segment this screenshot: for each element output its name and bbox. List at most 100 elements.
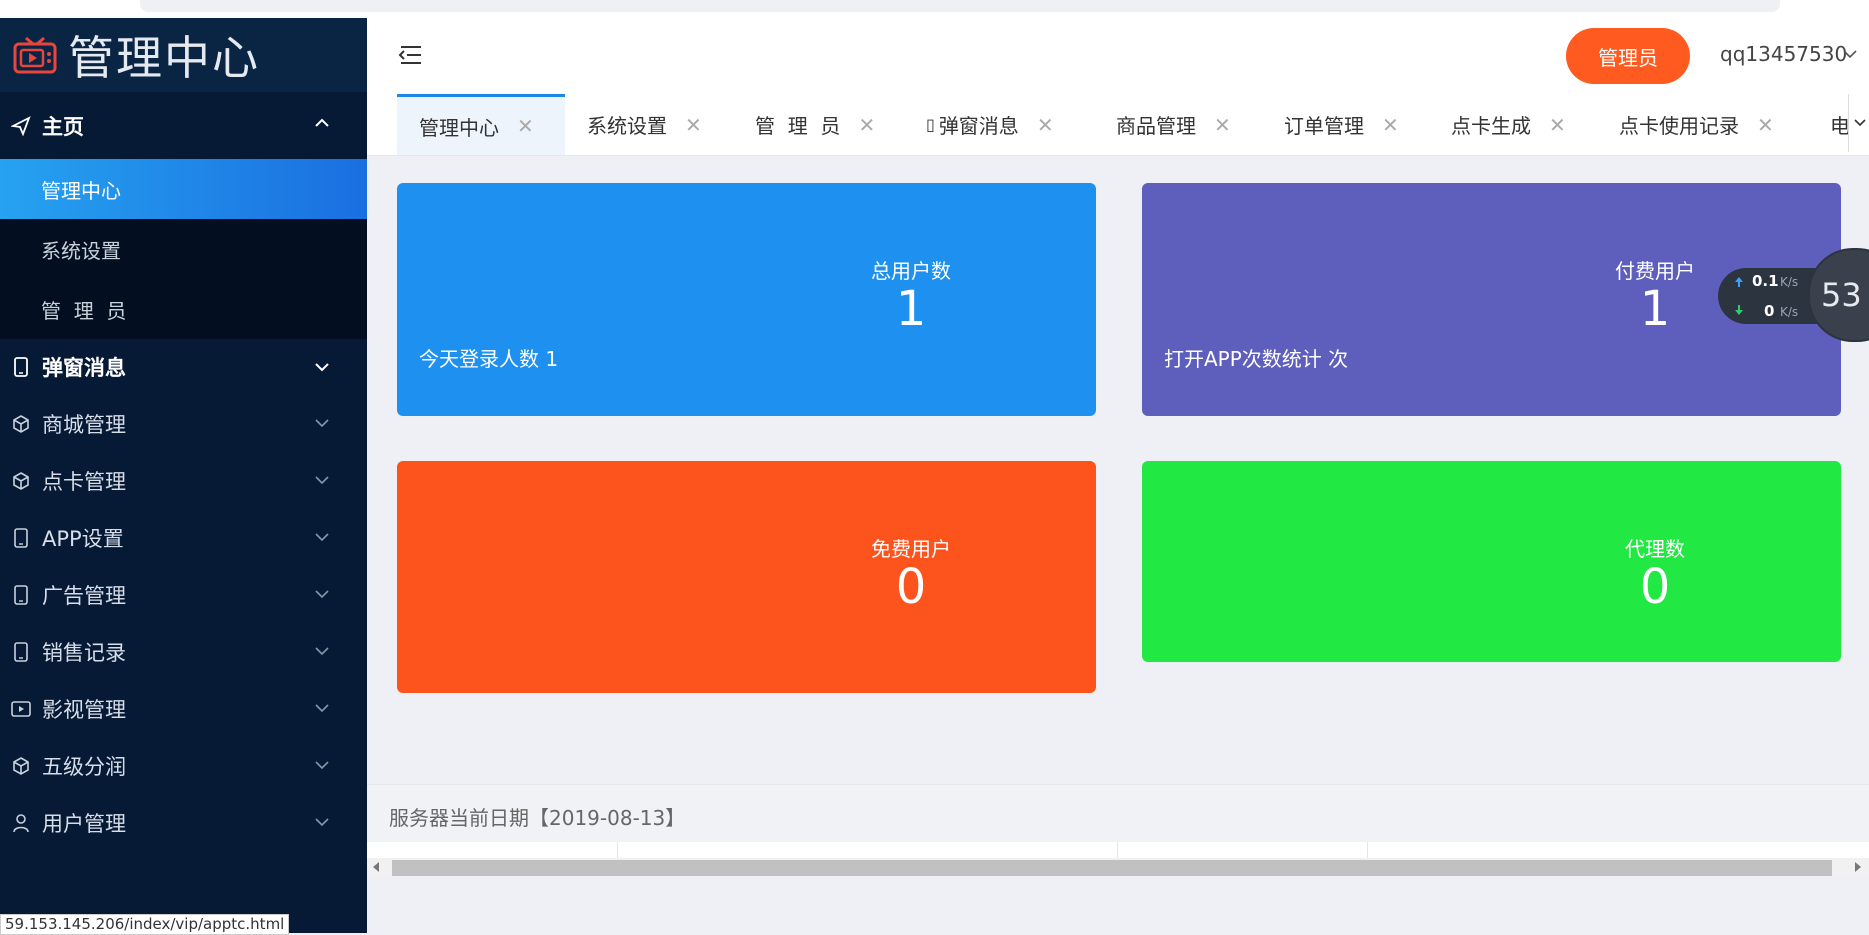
tab-label: 系统设置 — [587, 114, 667, 138]
horizontal-scrollbar[interactable] — [367, 858, 1869, 878]
sidebar: 管理中心 主页 管理中心 系统设置 管 理 员 弹窗消息 商城管理 点卡管理 A — [0, 18, 367, 933]
cpu-percent: 53 — [1821, 276, 1862, 314]
mobile-icon — [10, 584, 32, 606]
logo[interactable]: 管理中心 — [0, 18, 367, 92]
subitem-label: 管理中心 — [41, 178, 121, 203]
logo-text: 管理中心 — [68, 31, 260, 85]
sidebar-item-video-manage[interactable]: 影视管理 — [0, 680, 367, 737]
chevron-down-icon — [315, 704, 329, 713]
download-speed: 0 — [1764, 302, 1775, 320]
tab-truncated[interactable]: 电 — [1830, 94, 1850, 155]
scrollbar-thumb[interactable] — [392, 860, 1832, 876]
upload-arrow-icon — [1735, 277, 1743, 287]
footer: 服务器当前日期【2019-08-13】 — [367, 784, 1869, 843]
server-date: 服务器当前日期【2019-08-13】 — [389, 806, 686, 830]
network-speed-widget[interactable]: 0.1 K/s 0 K/s 53 — [1718, 248, 1869, 342]
menu-group-home: 主页 管理中心 系统设置 管 理 员 — [0, 92, 367, 339]
tab-label: 弹窗消息 — [938, 114, 1019, 138]
card-value: 0 — [895, 559, 927, 615]
sidebar-item-label: APP设置 — [42, 526, 124, 551]
top-bar: 管理员 qq13457530 — [367, 18, 1869, 94]
tab-goods-manage[interactable]: 商品管理 ✕ — [1116, 94, 1231, 155]
chevron-down-icon — [315, 761, 329, 770]
sidebar-item-mall[interactable]: 商城管理 — [0, 395, 367, 452]
card-total-users: 总用户数 1 今天登录人数 1 — [397, 183, 1096, 416]
tab-label: 点卡生成 — [1451, 114, 1531, 138]
download-unit: K/s — [1780, 305, 1799, 319]
close-icon[interactable]: ✕ — [685, 113, 702, 137]
tab-administrators[interactable]: 管 理 员 ✕ — [755, 94, 875, 155]
close-icon[interactable]: ✕ — [1037, 113, 1054, 137]
card-title: 免费用户 — [871, 537, 951, 561]
tab-system-settings[interactable]: 系统设置 ✕ — [587, 94, 702, 155]
sidebar-item-label: 商城管理 — [42, 412, 126, 437]
card-subtext: 打开APP次数统计 次 — [1164, 347, 1349, 371]
browser-strip — [0, 0, 1869, 18]
tab-scroll-button[interactable] — [1848, 94, 1869, 152]
close-icon[interactable]: ✕ — [858, 113, 875, 137]
sidebar-item-home[interactable]: 主页 — [0, 92, 367, 159]
card-value: 1 — [895, 281, 927, 337]
tab-label: 订单管理 — [1284, 114, 1364, 138]
tab-label: 管 理 员 — [755, 114, 841, 138]
tab-card-generate[interactable]: 点卡生成 ✕ — [1451, 94, 1566, 155]
mobile-icon — [10, 356, 32, 378]
sidebar-subitem-administrators[interactable]: 管 理 员 — [0, 279, 367, 339]
menu-toggle-icon[interactable] — [397, 44, 423, 66]
tab-label: 管理中心 — [419, 115, 499, 140]
status-bar-url: 59.153.145.206/index/vip/apptc.html — [0, 914, 290, 935]
role-button[interactable]: 管理员 — [1566, 28, 1690, 84]
scroll-right-icon[interactable] — [1855, 862, 1861, 872]
sidebar-item-label: 弹窗消息 — [42, 356, 126, 380]
card-title: 代理数 — [1625, 537, 1685, 561]
card-agents: 代理数 0 — [1142, 461, 1841, 662]
card-subtext: 今天登录人数 1 — [419, 347, 559, 371]
upload-speed: 0.1 — [1752, 272, 1779, 290]
cube-icon — [10, 413, 32, 435]
upload-unit: K/s — [1780, 275, 1799, 289]
chevron-down-icon — [315, 818, 329, 827]
tab-label: 点卡使用记录 — [1619, 114, 1739, 138]
cube-icon — [10, 470, 32, 492]
close-icon[interactable]: ✕ — [1382, 113, 1399, 137]
sidebar-subitem-admin-center[interactable]: 管理中心 — [0, 159, 367, 219]
sidebar-item-label: 影视管理 — [42, 697, 126, 722]
sidebar-item-ads[interactable]: 广告管理 — [0, 566, 367, 623]
chevron-down-icon — [315, 533, 329, 542]
card-title: 总用户数 — [871, 259, 951, 283]
chevron-down-icon — [315, 476, 329, 485]
chevron-down-icon — [315, 419, 329, 428]
address-bar[interactable] — [140, 0, 1780, 12]
chevron-down-icon — [1854, 119, 1866, 127]
close-icon[interactable]: ✕ — [1757, 113, 1774, 137]
close-icon[interactable]: ✕ — [517, 114, 534, 138]
chevron-down-icon[interactable] — [1843, 48, 1857, 60]
close-icon[interactable]: ✕ — [1549, 113, 1566, 137]
tab-admin-center[interactable]: 管理中心 ✕ — [397, 94, 565, 155]
chevron-down-icon — [315, 363, 329, 372]
sidebar-item-label: 销售记录 — [42, 640, 126, 665]
sidebar-item-profit-share[interactable]: 五级分润 — [0, 737, 367, 794]
tab-bar: 管理中心 ✕ 系统设置 ✕ 管 理 员 ✕ ▯ 弹窗消息 ✕ 商品管理 ✕ 订单管理 ✕ 点卡… — [367, 94, 1869, 156]
tab-card-usage-records[interactable]: 点卡使用记录 ✕ — [1619, 94, 1774, 155]
tab-prefix-icon: ▯ — [926, 115, 935, 134]
close-icon[interactable]: ✕ — [1214, 113, 1231, 137]
sidebar-item-card-manage[interactable]: 点卡管理 — [0, 452, 367, 509]
tv-icon — [13, 36, 57, 74]
user-icon — [10, 812, 32, 834]
sidebar-item-user-manage[interactable]: 用户管理 — [0, 794, 367, 851]
sidebar-item-label: 广告管理 — [42, 583, 126, 608]
scroll-left-icon[interactable] — [373, 862, 379, 872]
card-free-users: 免费用户 0 — [397, 461, 1096, 693]
sidebar-subitem-system-settings[interactable]: 系统设置 — [0, 219, 367, 279]
mobile-icon — [10, 527, 32, 549]
sidebar-item-sales-records[interactable]: 销售记录 — [0, 623, 367, 680]
tab-order-manage[interactable]: 订单管理 ✕ — [1284, 94, 1399, 155]
send-icon — [10, 115, 32, 137]
sidebar-item-app-settings[interactable]: APP设置 — [0, 509, 367, 566]
user-name[interactable]: qq13457530 — [1720, 42, 1847, 66]
sidebar-item-popup-messages[interactable]: 弹窗消息 — [0, 339, 367, 395]
sidebar-item-label: 用户管理 — [42, 811, 126, 836]
tab-popup-messages[interactable]: ▯ 弹窗消息 ✕ — [926, 94, 1054, 155]
sidebar-item-label: 主页 — [42, 114, 84, 139]
